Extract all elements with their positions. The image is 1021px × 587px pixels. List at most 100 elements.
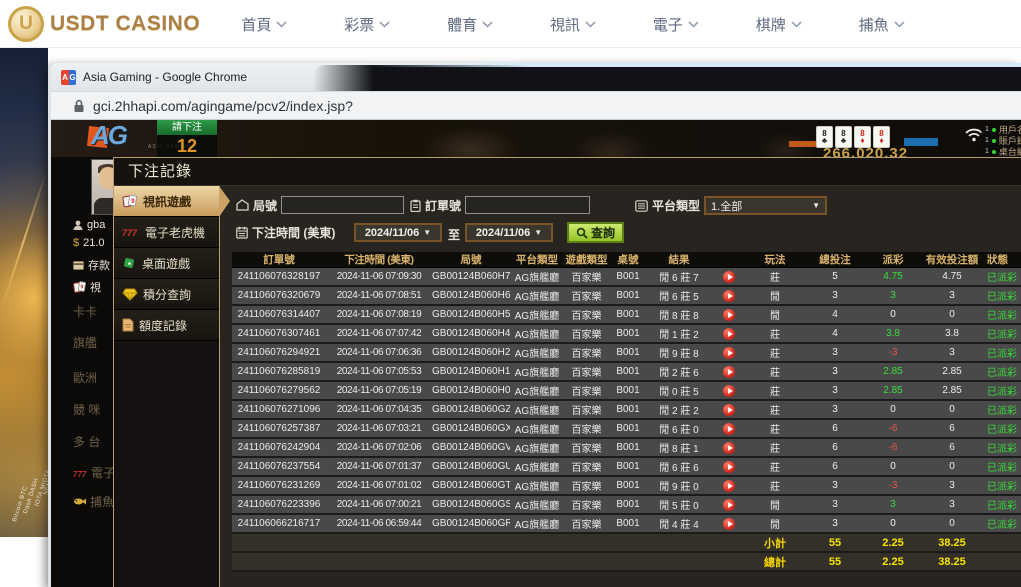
- table-header-row: 訂單號下注時間 (美東)局號平台類型遊戲類型桌號結果玩法總投注派彩有效投注額狀態: [232, 252, 1021, 268]
- table-number: B001: [609, 442, 647, 453]
- search-button[interactable]: 查詢: [567, 222, 624, 243]
- modal-menu-桌面遊戲[interactable]: 桌面遊戲: [114, 248, 219, 279]
- info-row-label: 桌台編號: [999, 145, 1021, 157]
- game-type: 百家樂: [564, 440, 609, 455]
- modal-menu-電子老虎機[interactable]: 777電子老虎機: [114, 217, 219, 248]
- play-video-button[interactable]: [723, 404, 735, 416]
- platform-type: AG旗艦廳: [510, 288, 564, 303]
- address-bar[interactable]: gci.2hhapi.com/agingame/pcv2/index.jsp?: [51, 91, 1021, 120]
- result: 閒 8 莊 8: [647, 307, 711, 322]
- bet-records-table: 訂單號下注時間 (美東)局號平台類型遊戲類型桌號結果玩法總投注派彩有效投注額狀態…: [232, 252, 1021, 572]
- calendar-icon: [236, 226, 248, 239]
- ag-lobby-label: 競 咪: [73, 401, 100, 418]
- play-video-button[interactable]: [723, 271, 735, 283]
- platform-type: AG旗艦廳: [510, 459, 564, 474]
- ag-lobby-item[interactable]: 旗艦: [73, 334, 97, 351]
- site-logo[interactable]: U USDT CASINO: [8, 6, 200, 42]
- payout: 0: [867, 461, 919, 472]
- status: 已派彩: [985, 364, 1021, 379]
- ag-lobby-item[interactable]: 多 台: [73, 433, 100, 450]
- countdown-number: 12: [157, 135, 217, 157]
- game-type: 百家樂: [564, 307, 609, 322]
- platform-type: AG旗艦廳: [510, 307, 564, 322]
- result: 閒 2 莊 6: [647, 364, 711, 379]
- valid-bet: 0: [919, 404, 985, 415]
- ag-left-column: gba $ 21.0 存款 9 視 卡卡旗艦歐洲競 咪多 台777電子遊捕魚王: [51, 157, 113, 587]
- play-video-button[interactable]: [723, 480, 735, 492]
- video-games-row[interactable]: 9 視: [73, 279, 101, 295]
- modal-title: 下注記錄: [114, 158, 1021, 186]
- nav-item-首頁[interactable]: 首頁: [213, 0, 316, 48]
- window-titlebar[interactable]: AG Asia Gaming - Google Chrome: [51, 63, 1021, 91]
- play-video-button[interactable]: [723, 347, 735, 359]
- play-video-button[interactable]: [723, 423, 735, 435]
- play-video-button[interactable]: [723, 385, 735, 397]
- ag-lobby-item[interactable]: 競 咪: [73, 401, 100, 418]
- play-video-button[interactable]: [723, 328, 735, 340]
- play-video-button[interactable]: [723, 290, 735, 302]
- status: 已派彩: [985, 421, 1021, 436]
- table-row: 2411060762573872024-11-06 07:03:21GB0012…: [232, 420, 1021, 439]
- nav-item-視訊[interactable]: 視訊: [522, 0, 625, 48]
- nav-item-棋牌[interactable]: 棋牌: [727, 0, 830, 48]
- lock-icon[interactable]: [73, 99, 85, 113]
- play-video-button[interactable]: [723, 366, 735, 378]
- total-payout: 2.25: [867, 556, 919, 568]
- modal-menu-視訊遊戲[interactable]: 9視訊遊戲: [114, 186, 219, 217]
- nav-item-label: 視訊: [550, 14, 580, 35]
- ag-lobby-item[interactable]: 卡卡: [73, 303, 97, 320]
- nav-item-彩票[interactable]: 彩票: [316, 0, 419, 48]
- modal-menu-label: 額度記錄: [139, 317, 187, 334]
- table-number: B001: [609, 461, 647, 472]
- game-type: 百家樂: [564, 421, 609, 436]
- play-type: 莊: [747, 326, 803, 341]
- date-to-select[interactable]: 2024/11/06 ▼: [465, 223, 553, 242]
- ag-lobby-item[interactable]: 歐洲: [73, 369, 97, 386]
- play-video-button[interactable]: [723, 518, 735, 530]
- magnifier-icon: [576, 227, 588, 239]
- nav-item-體育[interactable]: 體育: [419, 0, 522, 48]
- chevron-down-icon: [688, 21, 699, 28]
- header-bet-time: 下注時間 (美東): [326, 252, 432, 267]
- modal-menu-label: 積分查詢: [143, 286, 191, 303]
- modal-menu-積分查詢[interactable]: 積分查詢: [114, 279, 219, 310]
- total-bet: 3: [803, 347, 867, 358]
- play-video-button[interactable]: [723, 442, 735, 454]
- modal-main: 局號 訂單號 平台類型: [220, 186, 1021, 587]
- payout: -3: [867, 347, 919, 358]
- order-number: 241106076307461: [232, 328, 326, 339]
- round-number: GB00124B060GV: [432, 442, 510, 453]
- ag-lobby-item[interactable]: 777電子遊: [73, 464, 113, 481]
- deposit-button[interactable]: 存款: [73, 257, 110, 273]
- platform-list-icon: [635, 200, 648, 212]
- play-video-button[interactable]: [723, 499, 735, 511]
- bet-time: 2024-11-06 07:09:30: [326, 271, 432, 282]
- date-from-select[interactable]: 2024/11/06 ▼: [354, 223, 442, 242]
- ag-lobby-item[interactable]: 捕魚王: [73, 493, 113, 510]
- game-type: 百家樂: [564, 478, 609, 493]
- username-row: gba: [73, 219, 105, 231]
- game-type: 百家樂: [564, 288, 609, 303]
- table-row: 2411060762795622024-11-06 07:05:19GB0012…: [232, 382, 1021, 401]
- modal-menu-額度記錄[interactable]: 額度記錄: [114, 310, 219, 341]
- order-number: 241106076320679: [232, 290, 326, 301]
- result: 閒 9 莊 8: [647, 345, 711, 360]
- order-number: 241106076314407: [232, 309, 326, 320]
- order-input[interactable]: [465, 196, 590, 214]
- info-row-number: 1: [985, 137, 989, 144]
- total-bet: 3: [803, 499, 867, 510]
- payout: 2.85: [867, 385, 919, 396]
- user-icon: [73, 220, 83, 230]
- chrome-window: AG Asia Gaming - Google Chrome gci.2hhap…: [48, 63, 1021, 587]
- nav-item-電子[interactable]: 電子: [624, 0, 727, 48]
- round-input[interactable]: [281, 196, 404, 214]
- url-text[interactable]: gci.2hhapi.com/agingame/pcv2/index.jsp?: [93, 98, 353, 114]
- play-video-button[interactable]: [723, 461, 735, 473]
- play-video-button[interactable]: [723, 309, 735, 321]
- nav-item-捕魚[interactable]: 捕魚: [830, 0, 933, 48]
- table-row: 2411060762233962024-11-06 07:00:21GB0012…: [232, 496, 1021, 515]
- round-number: GB00124B060H4: [432, 328, 510, 339]
- round-number: GB00124B060H0: [432, 385, 510, 396]
- result: 閒 6 莊 6: [647, 459, 711, 474]
- platform-select[interactable]: 1.全部 ▼: [704, 196, 827, 215]
